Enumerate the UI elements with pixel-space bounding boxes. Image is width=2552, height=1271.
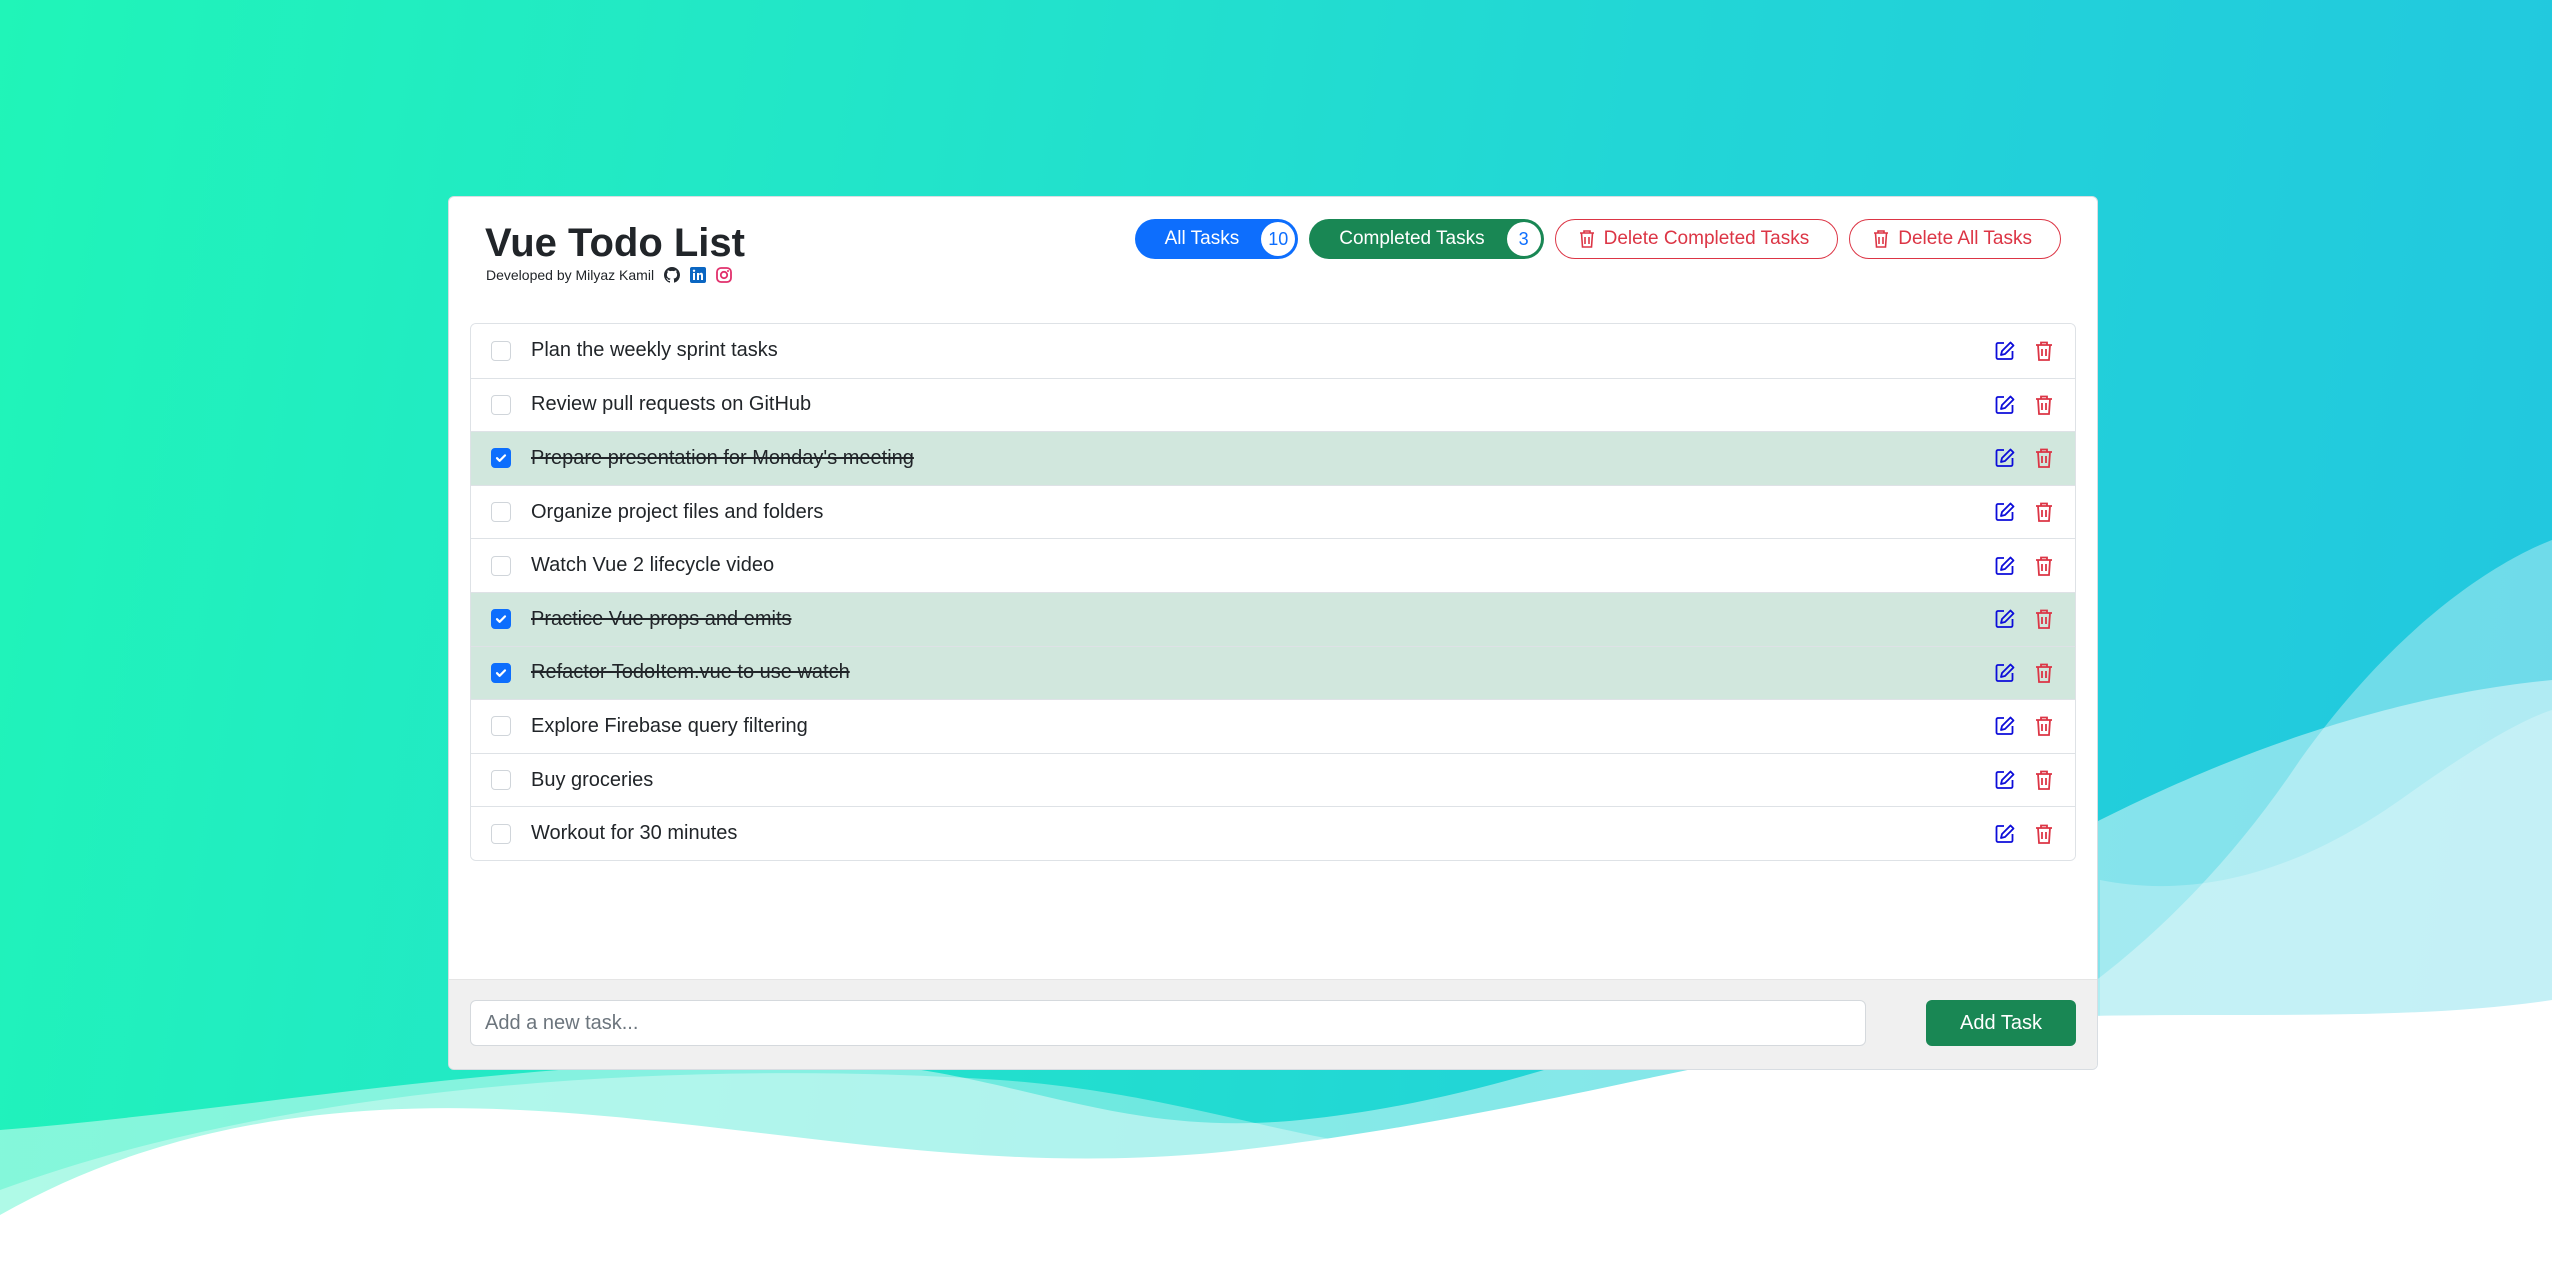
task-checkbox[interactable] — [491, 502, 511, 523]
task-row: Refactor TodoItem.vue to use watch — [471, 645, 2075, 700]
edit-icon[interactable] — [1994, 501, 2016, 523]
todo-card: Vue Todo List Developed by Milyaz Kamil … — [448, 196, 2098, 1070]
trash-icon[interactable] — [2034, 662, 2056, 684]
task-text: Explore Firebase query filtering — [531, 714, 808, 737]
instagram-icon[interactable] — [716, 267, 732, 283]
new-task-input[interactable] — [470, 1000, 1866, 1046]
task-checkbox[interactable] — [491, 394, 511, 415]
task-row-actions — [1994, 823, 2056, 845]
edit-icon[interactable] — [1994, 662, 2016, 684]
task-text: Watch Vue 2 lifecycle video — [531, 554, 775, 577]
trash-icon — [1872, 229, 1890, 249]
task-checkbox[interactable] — [491, 555, 511, 576]
task-row-actions — [1994, 447, 2056, 469]
task-row: Practice Vue props and emits — [471, 591, 2075, 646]
task-text: Plan the weekly sprint tasks — [531, 339, 778, 362]
trash-icon[interactable] — [2034, 769, 2056, 791]
page-title: Vue Todo List — [485, 221, 745, 265]
task-row: Watch Vue 2 lifecycle video — [471, 538, 2075, 592]
task-text: Refactor TodoItem.vue to use watch — [531, 661, 850, 684]
task-row: Explore Firebase query filtering — [471, 699, 2075, 753]
task-text: Workout for 30 minutes — [531, 822, 738, 845]
edit-icon[interactable] — [1994, 394, 2016, 416]
edit-icon[interactable] — [1994, 447, 2016, 469]
all-tasks-count-badge: 10 — [1261, 222, 1296, 256]
trash-icon[interactable] — [2034, 394, 2056, 416]
task-checkbox[interactable] — [491, 662, 511, 683]
task-row-actions — [1994, 501, 2056, 523]
task-actions-toolbar: All Tasks 10 Completed Tasks 3 Delete Co… — [1134, 219, 2061, 259]
task-text: Review pull requests on GitHub — [531, 393, 812, 416]
edit-icon[interactable] — [1994, 823, 2016, 845]
task-checkbox[interactable] — [491, 609, 511, 630]
task-list: Plan the weekly sprint tasks Review pull… — [470, 323, 2076, 861]
delete-all-tasks-button[interactable]: Delete All Tasks — [1849, 219, 2061, 259]
completed-tasks-count-badge: 3 — [1506, 222, 1541, 256]
task-row-actions — [1994, 715, 2056, 737]
add-task-footer: Add Task — [449, 979, 2097, 1069]
trash-icon[interactable] — [2034, 823, 2056, 845]
task-row-actions — [1994, 769, 2056, 791]
github-icon[interactable] — [664, 267, 681, 283]
task-row: Organize project files and folders — [471, 484, 2075, 539]
task-text: Prepare presentation for Monday's meetin… — [531, 446, 914, 469]
task-checkbox[interactable] — [491, 448, 511, 469]
task-checkbox[interactable] — [491, 716, 511, 737]
linkedin-icon[interactable] — [690, 267, 707, 283]
task-text: Practice Vue props and emits — [531, 607, 792, 630]
card-header: Vue Todo List Developed by Milyaz Kamil … — [449, 197, 2097, 307]
trash-icon[interactable] — [2034, 715, 2056, 737]
edit-icon[interactable] — [1994, 608, 2016, 630]
task-row-actions — [1994, 394, 2056, 416]
edit-icon[interactable] — [1994, 340, 2016, 362]
task-row-actions — [1994, 608, 2056, 630]
delete-completed-tasks-button[interactable]: Delete Completed Tasks — [1554, 219, 1839, 259]
task-text: Organize project files and folders — [531, 500, 824, 523]
task-checkbox[interactable] — [491, 770, 511, 791]
all-tasks-label: All Tasks — [1164, 228, 1240, 249]
task-row: Buy groceries — [471, 752, 2075, 807]
trash-icon[interactable] — [2034, 501, 2056, 523]
task-row-actions — [1994, 555, 2056, 577]
task-row: Plan the weekly sprint tasks — [471, 324, 2075, 378]
trash-icon[interactable] — [2034, 555, 2056, 577]
task-row-actions — [1994, 340, 2056, 362]
edit-icon[interactable] — [1994, 555, 2016, 577]
trash-icon[interactable] — [2034, 447, 2056, 469]
all-tasks-button[interactable]: All Tasks 10 — [1134, 219, 1299, 259]
task-row-actions — [1994, 662, 2056, 684]
add-task-button[interactable]: Add Task — [1926, 1000, 2076, 1046]
trash-icon — [1578, 229, 1596, 249]
delete-completed-tasks-label: Delete Completed Tasks — [1603, 228, 1810, 249]
completed-tasks-label: Completed Tasks — [1339, 228, 1485, 249]
task-row: Review pull requests on GitHub — [471, 377, 2075, 432]
task-row: Prepare presentation for Monday's meetin… — [471, 431, 2075, 485]
task-checkbox[interactable] — [491, 340, 511, 361]
completed-tasks-button[interactable]: Completed Tasks 3 — [1309, 219, 1544, 259]
task-row: Workout for 30 minutes — [471, 806, 2075, 860]
edit-icon[interactable] — [1994, 715, 2016, 737]
trash-icon[interactable] — [2034, 340, 2056, 362]
trash-icon[interactable] — [2034, 608, 2056, 630]
task-checkbox[interactable] — [491, 823, 511, 844]
edit-icon[interactable] — [1994, 769, 2016, 791]
task-text: Buy groceries — [531, 768, 654, 791]
delete-all-tasks-label: Delete All Tasks — [1898, 228, 2032, 249]
developer-credit-text: Developed by Milyaz Kamil — [486, 267, 655, 283]
developer-credit: Developed by Milyaz Kamil — [486, 267, 732, 283]
